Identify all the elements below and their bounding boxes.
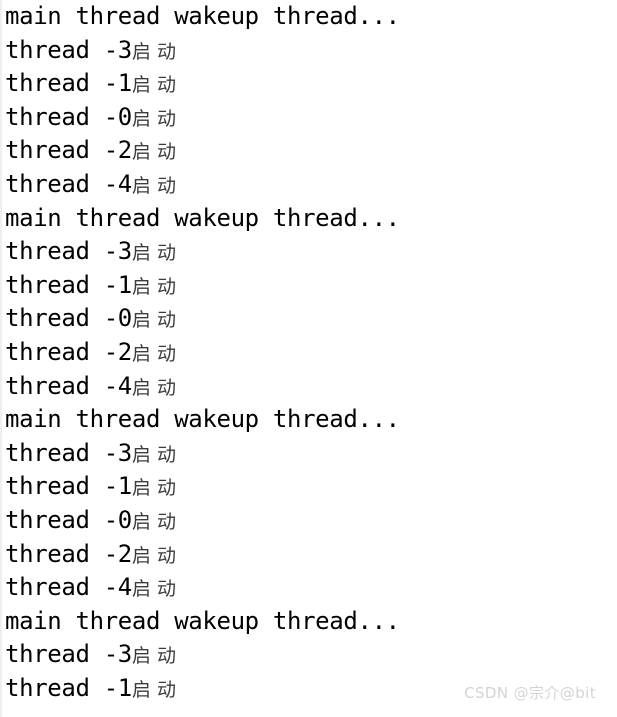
console-line-text: main thread wakeup thread... (5, 405, 400, 434)
console-line-text: thread -4 (5, 169, 132, 198)
console-line-text: thread -4 (5, 573, 132, 602)
console-line-text: thread -3 (5, 35, 132, 64)
console-line-text: thread -2 (5, 539, 132, 568)
console-line-cjk-text: 启 动 (131, 242, 176, 265)
console-line-text: thread -1 (5, 270, 132, 299)
console-line-cjk-text: 启 动 (131, 275, 176, 298)
console-line-text: thread -1 (5, 69, 132, 98)
console-line-text: thread -3 (5, 640, 132, 669)
console-line: main thread wakeup thread... (2, 202, 617, 236)
console-line-cjk-text: 启 动 (131, 309, 176, 332)
console-line: thread -4启 动 (2, 571, 617, 605)
console-line-text: thread -2 (5, 136, 132, 165)
console-line-cjk-text: 启 动 (131, 174, 176, 197)
console-line-text: thread -2 (5, 337, 132, 366)
console-line: thread -0启 动 (2, 302, 617, 336)
console-line-cjk-text: 启 动 (131, 477, 176, 500)
csdn-watermark: CSDN @宗介@bit (464, 684, 596, 702)
console-line: thread -4启 动 (2, 168, 617, 202)
console-line: thread -1启 动 (2, 67, 617, 101)
console-line-text: thread -1 (5, 673, 132, 702)
console-line-text: main thread wakeup thread... (5, 606, 400, 635)
console-line-text: thread -0 (5, 304, 132, 333)
console-line-cjk-text: 启 动 (131, 678, 176, 701)
console-line: thread -3启 动 (2, 638, 617, 672)
console-line-cjk-text: 启 动 (131, 141, 176, 164)
console-line-cjk-text: 启 动 (131, 342, 176, 365)
console-line-cjk-text: 启 动 (131, 510, 176, 533)
console-output-pane: main thread wakeup thread... thread -3启 动… (0, 0, 617, 717)
console-line: main thread wakeup thread... (2, 403, 617, 437)
console-line: thread -2启 动 (2, 538, 617, 572)
console-line-cjk-text: 启 动 (131, 645, 176, 668)
console-line: thread -3启 动 (2, 437, 617, 471)
console-line-text: main thread wakeup thread... (5, 2, 400, 30)
console-line: thread -1启 动 (2, 470, 617, 504)
console-line-text: thread -3 (5, 438, 132, 467)
console-line-text: thread -3 (5, 237, 132, 266)
console-line-text: thread -1 (5, 472, 132, 501)
console-line: thread -2启 动 (2, 336, 617, 370)
console-line: thread -1启 动 (2, 269, 617, 303)
console-line: main thread wakeup thread... (2, 0, 617, 34)
console-line-cjk-text: 启 动 (131, 40, 176, 63)
console-line: thread -3启 动 (2, 235, 617, 269)
console-line-cjk-text: 启 动 (131, 578, 176, 601)
console-line-cjk-text: 启 动 (131, 443, 176, 466)
console-line-text: main thread wakeup thread... (5, 203, 400, 232)
console-line: main thread wakeup thread... (2, 605, 617, 639)
console-line: thread -2启 动 (2, 134, 617, 168)
console-line: thread -0启 动 (2, 504, 617, 538)
console-line-cjk-text: 启 动 (131, 107, 176, 130)
console-line-text: thread -4 (5, 371, 132, 400)
console-line-cjk-text: 启 动 (131, 376, 176, 399)
console-line-text: thread -0 (5, 102, 132, 131)
console-line: thread -4启 动 (2, 370, 617, 404)
console-line-cjk-text: 启 动 (131, 544, 176, 567)
console-line-text: thread -0 (5, 505, 132, 534)
console-line: thread -0启 动 (2, 101, 617, 135)
console-line-cjk-text: 启 动 (131, 74, 176, 97)
console-line: thread -3启 动 (2, 34, 617, 68)
